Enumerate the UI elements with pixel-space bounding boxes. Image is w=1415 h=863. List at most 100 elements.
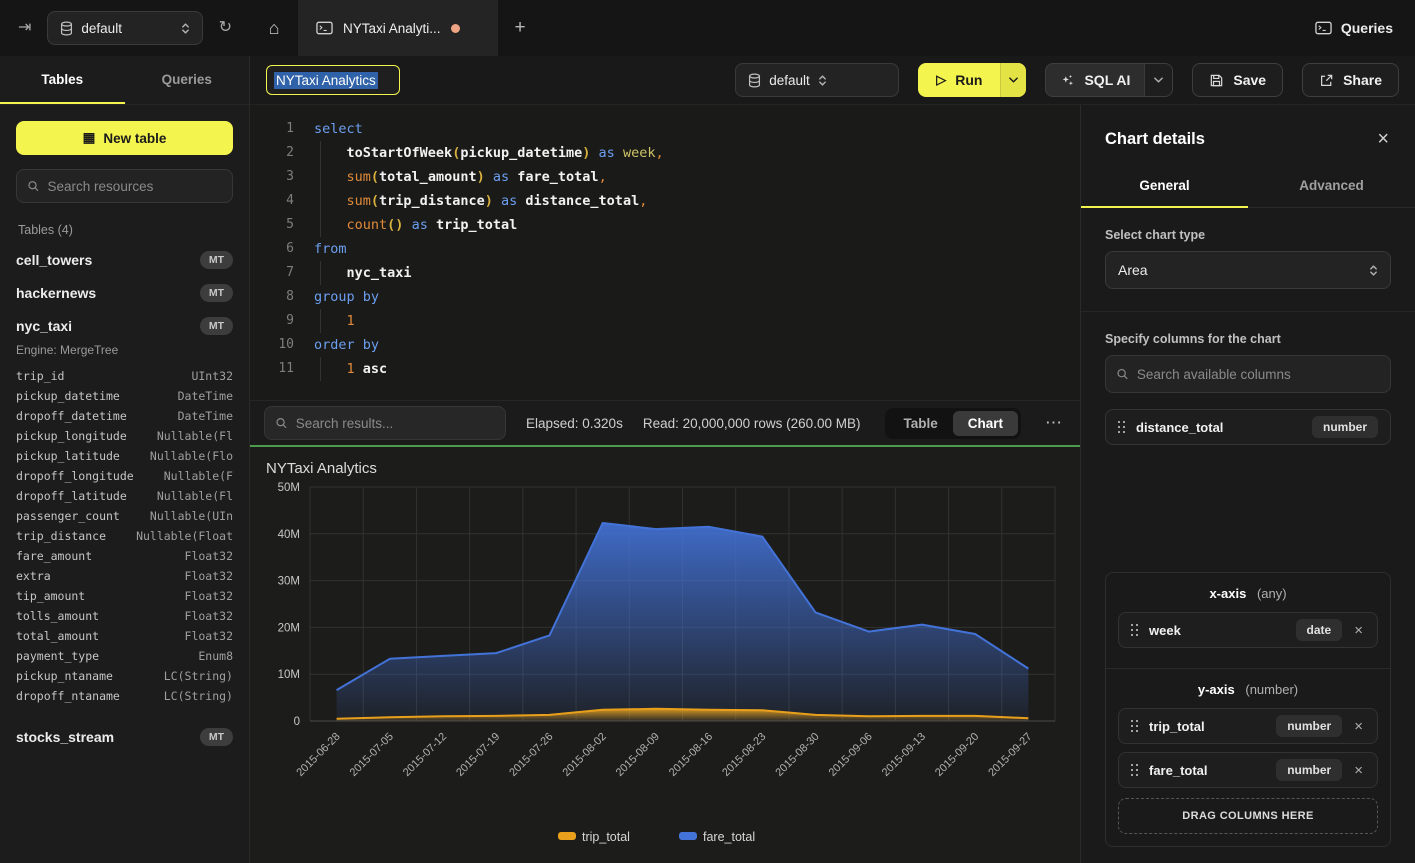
code-text: order by bbox=[314, 333, 379, 357]
play-icon: ▷ bbox=[936, 72, 946, 88]
remove-icon[interactable]: × bbox=[1352, 762, 1365, 779]
results-chart: 010M20M30M40M50M2015-06-282015-07-052015… bbox=[250, 477, 1080, 857]
table-row-stocks_stream[interactable]: stocks_streamMT bbox=[16, 720, 233, 753]
x-tick-label: 2015-07-12 bbox=[401, 731, 449, 779]
chip-name: fare_total bbox=[1149, 763, 1266, 778]
home-tab-button[interactable]: ⌂ bbox=[250, 0, 298, 56]
topbar: ⇥ default ↻ ⌂ NYTaxi Analyti... bbox=[0, 0, 1415, 56]
new-table-button[interactable]: ▦ New table bbox=[16, 121, 233, 155]
table-columns: trip_idUInt32pickup_datetimeDateTimedrop… bbox=[16, 366, 233, 706]
x-tick-label: 2015-07-19 bbox=[454, 731, 502, 779]
engine-badge: MT bbox=[200, 251, 233, 269]
sql-ai-label: SQL AI bbox=[1084, 72, 1130, 88]
code-line: 1select bbox=[250, 117, 1080, 141]
tables-section-title: Tables (4) bbox=[18, 223, 233, 237]
column-type: Float32 bbox=[185, 546, 233, 566]
engine-badge: MT bbox=[200, 284, 233, 302]
run-database-selector[interactable]: default bbox=[735, 63, 899, 97]
code-text: sum(total_amount) as fare_total, bbox=[314, 165, 607, 189]
sidebar-tabs: Tables Queries bbox=[0, 56, 249, 105]
column-name: pickup_ntaname bbox=[16, 666, 113, 686]
drag-columns-dropzone[interactable]: DRAG COLUMNS HERE bbox=[1118, 798, 1378, 834]
column-chip-distance_total[interactable]: distance_totalnumber bbox=[1105, 409, 1391, 445]
chevron-updown-icon bbox=[181, 22, 190, 35]
svg-text:50M: 50M bbox=[278, 482, 300, 494]
x-axis-label: x-axis bbox=[1209, 586, 1246, 601]
column-type: LC(String) bbox=[164, 686, 233, 706]
column-row: trip_idUInt32 bbox=[16, 366, 233, 386]
table-row-cell_towers[interactable]: cell_towers MT bbox=[16, 243, 233, 276]
column-type: Enum8 bbox=[198, 646, 233, 666]
code-text: 1 asc bbox=[314, 357, 387, 381]
column-type: DateTime bbox=[178, 406, 233, 426]
remove-icon[interactable]: × bbox=[1352, 622, 1365, 639]
refresh-icon[interactable]: ↻ bbox=[213, 16, 238, 40]
x-tick-label: 2015-08-23 bbox=[720, 731, 768, 779]
query-title-input[interactable]: NYTaxi Analytics bbox=[266, 65, 400, 95]
remove-icon[interactable]: × bbox=[1352, 718, 1365, 735]
sidebar-search-input[interactable] bbox=[48, 179, 222, 194]
chip-name: trip_total bbox=[1149, 719, 1266, 734]
queries-button[interactable]: Queries bbox=[1315, 20, 1393, 36]
panel-tab-advanced[interactable]: Advanced bbox=[1248, 167, 1415, 208]
line-number: 7 bbox=[264, 261, 294, 285]
search-icon bbox=[275, 416, 288, 430]
column-chip-trip_total[interactable]: trip_totalnumber× bbox=[1118, 708, 1378, 744]
table-row-hackernews[interactable]: hackernewsMT bbox=[16, 276, 233, 309]
legend-item-trip_total[interactable]: trip_total bbox=[558, 830, 630, 844]
column-row: fare_amountFloat32 bbox=[16, 546, 233, 566]
svg-text:30M: 30M bbox=[278, 576, 300, 588]
columns-search-input[interactable] bbox=[1137, 367, 1380, 382]
sql-ai-caret[interactable] bbox=[1144, 64, 1172, 96]
new-tab-button[interactable]: + bbox=[498, 0, 542, 56]
columns-search bbox=[1105, 355, 1391, 393]
run-options-caret[interactable] bbox=[1000, 63, 1026, 97]
sidebar-tab-tables[interactable]: Tables bbox=[0, 56, 125, 104]
column-name: total_amount bbox=[16, 626, 99, 646]
column-type: Nullable(Flo bbox=[150, 446, 233, 466]
main-area: 1select2 toStartOfWeek(pickup_datetime) … bbox=[250, 105, 1080, 863]
sidebar-tab-queries[interactable]: Queries bbox=[125, 56, 250, 104]
column-row: dropoff_datetimeDateTime bbox=[16, 406, 233, 426]
table-name: cell_towers bbox=[16, 252, 92, 268]
table-grid-icon: ▦ bbox=[83, 130, 96, 146]
database-selector[interactable]: default bbox=[47, 11, 202, 45]
tables-list: cell_towersMThackernewsMTnyc_taxiMTEngin… bbox=[16, 243, 233, 753]
tab-nytaxi-analytics[interactable]: NYTaxi Analyti... bbox=[298, 0, 498, 56]
column-name: pickup_latitude bbox=[16, 446, 120, 466]
table-name: stocks_stream bbox=[16, 729, 114, 745]
run-database-value: default bbox=[769, 73, 810, 88]
view-toggle-chart[interactable]: Chart bbox=[953, 411, 1018, 436]
run-label: Run bbox=[955, 72, 982, 88]
results-toolbar: Elapsed: 0.320s Read: 20,000,000 rows (2… bbox=[250, 400, 1080, 447]
sql-ai-button[interactable]: SQL AI bbox=[1045, 63, 1173, 97]
drag-handle-icon[interactable] bbox=[1131, 764, 1139, 776]
share-button[interactable]: Share bbox=[1302, 63, 1399, 97]
more-options-icon[interactable]: ⋯ bbox=[1041, 413, 1066, 433]
collapse-sidebar-icon[interactable]: ⇥ bbox=[12, 16, 37, 40]
results-search bbox=[264, 406, 506, 440]
chevron-down-icon bbox=[1009, 77, 1018, 83]
table-row-nyc_taxi[interactable]: nyc_taxiMT bbox=[16, 309, 233, 342]
panel-tab-general[interactable]: General bbox=[1081, 167, 1248, 208]
sql-editor[interactable]: 1select2 toStartOfWeek(pickup_datetime) … bbox=[250, 105, 1080, 400]
save-button[interactable]: Save bbox=[1192, 63, 1283, 97]
column-row: passenger_countNullable(UIn bbox=[16, 506, 233, 526]
run-button[interactable]: ▷ Run bbox=[918, 63, 1026, 97]
divider bbox=[1081, 311, 1415, 312]
drag-handle-icon[interactable] bbox=[1118, 421, 1126, 433]
drag-handle-icon[interactable] bbox=[1131, 720, 1139, 732]
results-search-input[interactable] bbox=[296, 416, 495, 431]
column-row: pickup_ntanameLC(String) bbox=[16, 666, 233, 686]
legend-item-fare_total[interactable]: fare_total bbox=[679, 830, 755, 844]
column-chip-fare_total[interactable]: fare_totalnumber× bbox=[1118, 752, 1378, 788]
close-icon[interactable]: × bbox=[1377, 129, 1389, 149]
column-row: extraFloat32 bbox=[16, 566, 233, 586]
column-chip-week[interactable]: weekdate× bbox=[1118, 612, 1378, 648]
chart-type-label: Select chart type bbox=[1105, 228, 1391, 242]
column-row: trip_distanceNullable(Float bbox=[16, 526, 233, 546]
chart-type-select[interactable]: Area bbox=[1105, 251, 1391, 289]
drag-handle-icon[interactable] bbox=[1131, 624, 1139, 636]
view-toggle-table[interactable]: Table bbox=[888, 411, 952, 436]
chevron-updown-icon bbox=[1369, 264, 1378, 277]
